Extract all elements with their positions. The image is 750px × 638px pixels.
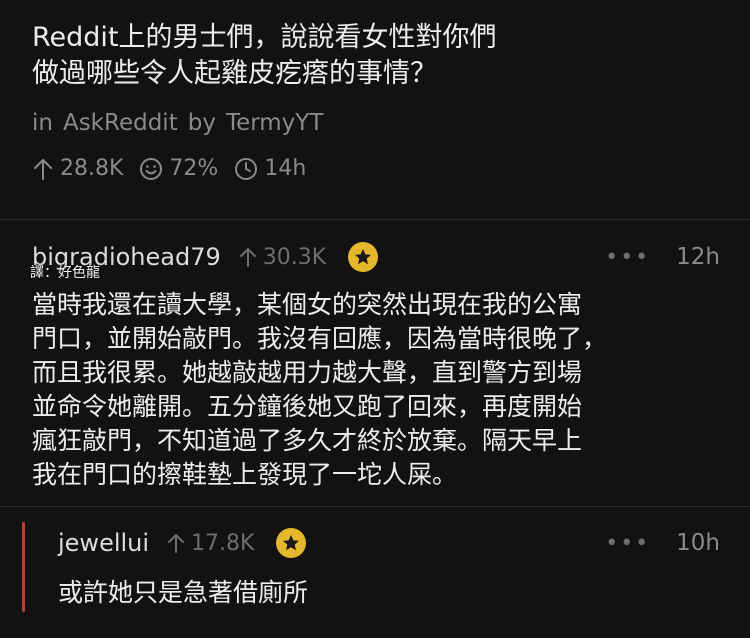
comment-votes[interactable]: 30.3K bbox=[239, 245, 326, 270]
post-meta: in AskReddit by TermyYT bbox=[32, 110, 722, 136]
comment-body: 或許她只是急著借廁所 bbox=[58, 576, 720, 610]
post-age: 14h bbox=[264, 156, 307, 181]
clock-icon bbox=[235, 157, 258, 180]
post-stats: 28.8K 72% 14h bbox=[32, 156, 722, 181]
reply-thread-bar bbox=[22, 522, 25, 612]
in-label: in bbox=[32, 110, 53, 136]
star-award-icon[interactable] bbox=[348, 242, 379, 272]
comment-body: 當時我還在讀大學，某個女的突然出現在我的公寓 門口，並開始敲門。我沒有回應，因為… bbox=[32, 288, 720, 492]
comment-line: 瘋狂敲門，不知道過了多久才終於放棄。隔天早上 bbox=[32, 426, 583, 455]
post-header: Reddit上的男士們，說說看女性對你們 做過哪些令人起雞皮疙瘩的事情？ in … bbox=[32, 20, 722, 181]
upvote-stat[interactable]: 28.8K bbox=[32, 156, 123, 181]
comment-vote-count: 17.8K bbox=[191, 530, 255, 556]
post-title-line-1: Reddit上的男士們，說說看女性對你們 bbox=[32, 22, 497, 53]
upvote-ratio: 72% bbox=[169, 156, 219, 181]
comment-1: bigradiohead79 30.3K ••• 12h 當時我還在讀大學，某個… bbox=[32, 240, 720, 492]
translator-credit: 譯：好色龍 bbox=[30, 265, 100, 281]
smiley-icon bbox=[140, 157, 163, 180]
upvote-count: 28.8K bbox=[60, 156, 124, 181]
comment-line: 或許她只是急著借廁所 bbox=[58, 578, 309, 607]
star-award-icon[interactable] bbox=[276, 528, 307, 558]
by-label: by bbox=[187, 110, 216, 136]
comment-line: 當時我還在讀大學，某個女的突然出現在我的公寓 bbox=[32, 290, 583, 319]
post-title-line-2: 做過哪些令人起雞皮疙瘩的事情？ bbox=[32, 58, 437, 89]
comment-line: 門口，並開始敲門。我沒有回應，因為當時很晚了， bbox=[32, 324, 608, 353]
ratio-stat: 72% bbox=[139, 156, 218, 181]
comment-vote-count: 30.3K bbox=[262, 244, 327, 270]
comment-time: 12h bbox=[676, 244, 720, 270]
arrow-up-icon bbox=[34, 158, 52, 180]
more-dots-icon[interactable]: ••• bbox=[605, 531, 650, 556]
comment-divider bbox=[0, 506, 750, 507]
arrow-up-icon bbox=[168, 534, 185, 553]
comment-line: 我在門口的擦鞋墊上發現了一坨人屎。 bbox=[32, 460, 458, 489]
comment-header: bigradiohead79 30.3K ••• 12h bbox=[32, 240, 720, 274]
comment-votes[interactable]: 17.8K bbox=[167, 531, 254, 556]
age-stat: 14h bbox=[234, 156, 306, 181]
comment-time: 10h bbox=[676, 530, 720, 556]
more-dots-icon[interactable]: ••• bbox=[605, 245, 650, 270]
comment-header: jewellui 17.8K ••• 10h bbox=[58, 526, 720, 560]
comment-username[interactable]: jewellui bbox=[58, 529, 149, 557]
subreddit-link[interactable]: AskReddit bbox=[63, 110, 178, 136]
author-link[interactable]: TermyYT bbox=[226, 110, 323, 136]
comment-line: 並命令她離開。五分鐘後她又跑了回來，再度開始 bbox=[32, 392, 583, 421]
comment-2: jewellui 17.8K ••• 10h 或許她只是急著借廁所 bbox=[58, 526, 720, 610]
comment-line: 而且我很累。她越敲越用力越大聲，直到警方到場 bbox=[32, 358, 583, 387]
header-divider bbox=[0, 219, 750, 220]
post-title[interactable]: Reddit上的男士們，說說看女性對你們 做過哪些令人起雞皮疙瘩的事情？ bbox=[32, 20, 722, 92]
arrow-up-icon bbox=[239, 248, 256, 267]
